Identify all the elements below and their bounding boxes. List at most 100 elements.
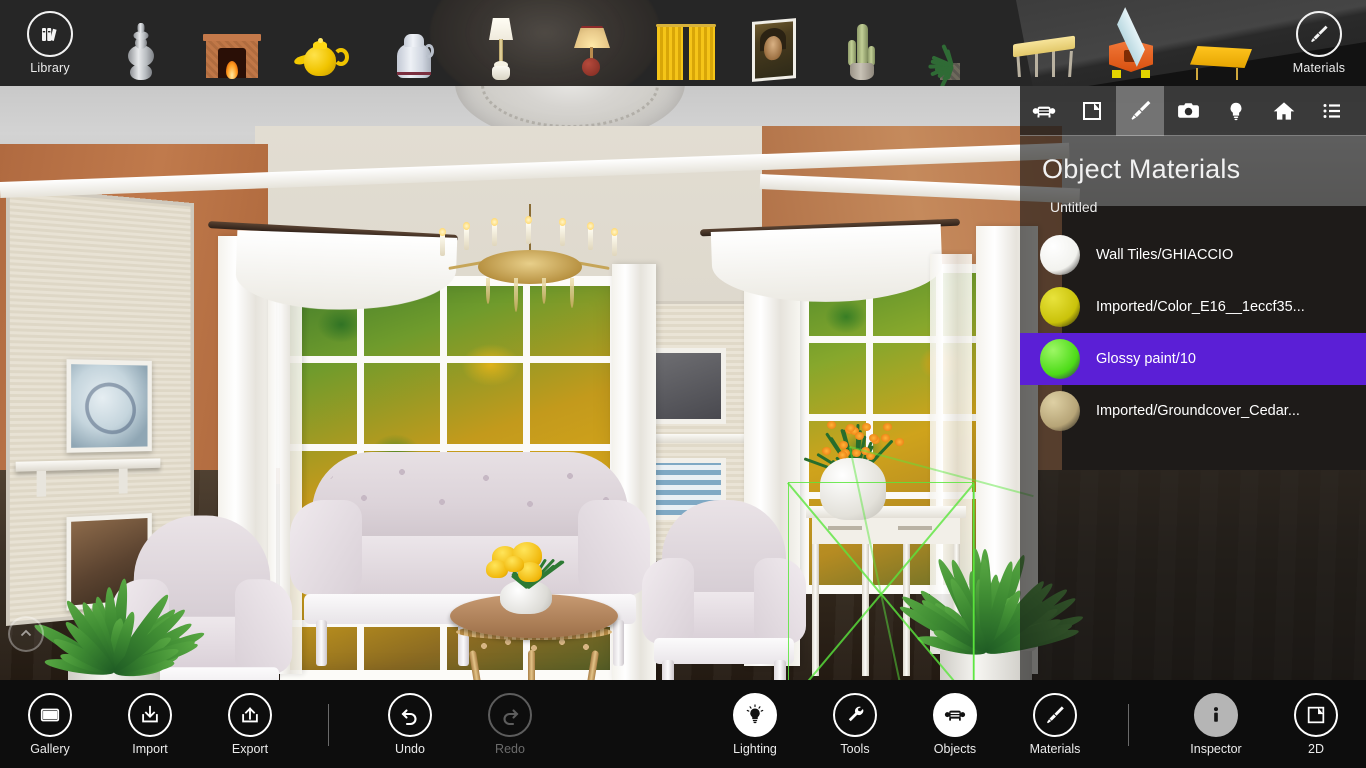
panel-title: Object Materials [1020,136,1366,191]
panel-tab-materials[interactable] [1116,86,1164,136]
selection-edge-right [973,483,975,680]
flower-bloom [869,434,878,442]
orange-crate-thumbnail[interactable] [1094,0,1168,86]
material-name: Imported/Groundcover_Cedar... [1096,403,1300,419]
material-list: Wall Tiles/GHIACCIO Imported/Color_E16__1… [1020,229,1366,437]
button-label: Undo [395,742,425,756]
button-label: Materials [1030,742,1081,756]
wooden-table-thumbnail[interactable] [1005,0,1083,86]
material-name: Glossy paint/10 [1096,351,1196,367]
library-books-icon [27,11,73,57]
objects-button[interactable]: Objects [905,680,1005,768]
material-name: Imported/Color_E16__1eccf35... [1096,299,1305,315]
button-label: Import [132,742,167,756]
panel-tab-lighting[interactable] [1212,86,1260,136]
wall-shelf-1 [16,458,161,471]
armchair-icon [1031,98,1057,124]
framed-painting-thumbnail[interactable] [740,0,808,86]
button-label: Tools [840,742,869,756]
button-label: Inspector [1190,742,1241,756]
bottom-separator-1 [328,704,329,746]
chevron-up-icon [17,625,35,643]
2d-button[interactable]: 2D [1266,680,1366,768]
redo-icon [488,693,532,737]
undo-button[interactable]: Undo [360,680,460,768]
button-label: Objects [934,742,976,756]
fireplace-thumbnail[interactable] [192,0,272,86]
flower-bloom [862,423,871,431]
wall-art-3 [650,348,726,424]
flower-arrangement[interactable] [478,542,574,614]
lightbulb-icon [1225,99,1247,123]
materials-toolbar-button[interactable]: Materials [1282,0,1356,86]
collapse-toolbar-button[interactable] [8,616,44,652]
flower-bloom [883,423,892,431]
chandelier [430,204,630,344]
wall-art-1 [67,359,152,453]
panel-tab-objects[interactable] [1020,86,1068,136]
material-preview-sphere [1040,287,1080,327]
materials-button[interactable]: Materials [1005,680,1105,768]
wrench-icon [833,693,877,737]
material-preview-sphere [1040,235,1080,275]
button-label: 2D [1308,742,1324,756]
bottom-toolbar: Gallery Import Export Undo Redo Lighting Tools… [0,680,1366,768]
undo-icon [388,693,432,737]
paintbrush-icon [1033,693,1077,737]
lightbulb-icon [733,693,777,737]
material-name: Wall Tiles/GHIACCIO [1096,247,1233,263]
teapot-thumbnail[interactable] [285,0,361,86]
potted-plant-thumbnail[interactable] [915,0,985,86]
flower-bloom [839,441,848,449]
material-preview-sphere [1040,339,1080,379]
button-label: Redo [495,742,525,756]
material-row[interactable]: Imported/Groundcover_Cedar... [1020,385,1366,437]
table-lamp-thumbnail[interactable] [466,0,536,86]
material-row[interactable]: Wall Tiles/GHIACCIO [1020,229,1366,281]
paintbrush-icon [1127,97,1154,124]
potted-plant-left[interactable] [14,510,214,680]
gallery-icon [28,693,72,737]
tools-button[interactable]: Tools [805,680,905,768]
camera-icon [1176,98,1201,123]
top-toolbar: Library Materials [0,0,1366,86]
panel-tab-home[interactable] [1260,86,1308,136]
object-materials-panel: Object Materials Untitled Wall Tiles/GHI… [1020,86,1366,680]
import-button[interactable]: Import [100,680,200,768]
redo-button: Redo [460,680,560,768]
material-row[interactable]: Imported/Color_E16__1eccf35... [1020,281,1366,333]
lighting-button[interactable]: Lighting [705,680,805,768]
curtains-thumbnail[interactable] [648,0,724,86]
inspector-button[interactable]: Inspector [1166,680,1266,768]
gallery-button[interactable]: Gallery [0,680,100,768]
export-icon [228,693,272,737]
panel-tab-camera[interactable] [1164,86,1212,136]
library-button[interactable]: Library [14,0,86,86]
button-label: Gallery [30,742,70,756]
export-button[interactable]: Export [200,680,300,768]
cactus-thumbnail[interactable] [828,0,896,86]
button-label: Lighting [733,742,777,756]
silver-vase-thumbnail[interactable] [104,0,178,86]
panel-tab-floorplan[interactable] [1068,86,1116,136]
flower-bloom [881,434,890,442]
flower-bloom [895,438,904,446]
panel-tab-list[interactable] [1308,86,1356,136]
flower-bloom [827,421,836,429]
app-window: Library Materials Object Materials Untit… [0,0,1366,768]
flower-bloom [822,447,831,455]
panel-tab-bar [1020,86,1366,136]
floorplan-icon [1080,99,1104,123]
paintbrush-icon [1296,11,1342,57]
milk-can-thumbnail[interactable] [378,0,450,86]
vintage-lamp-thumbnail[interactable] [555,0,629,86]
materials-toolbar-label: Materials [1293,61,1346,75]
import-icon [128,693,172,737]
home-icon [1271,98,1297,124]
material-row[interactable]: Glossy paint/10 [1020,333,1366,385]
button-label: Export [232,742,268,756]
armchair-right[interactable] [650,500,798,680]
library-label: Library [30,61,70,75]
panel-subtitle: Untitled [1020,191,1366,229]
yellow-board-thumbnail[interactable] [1180,0,1262,86]
